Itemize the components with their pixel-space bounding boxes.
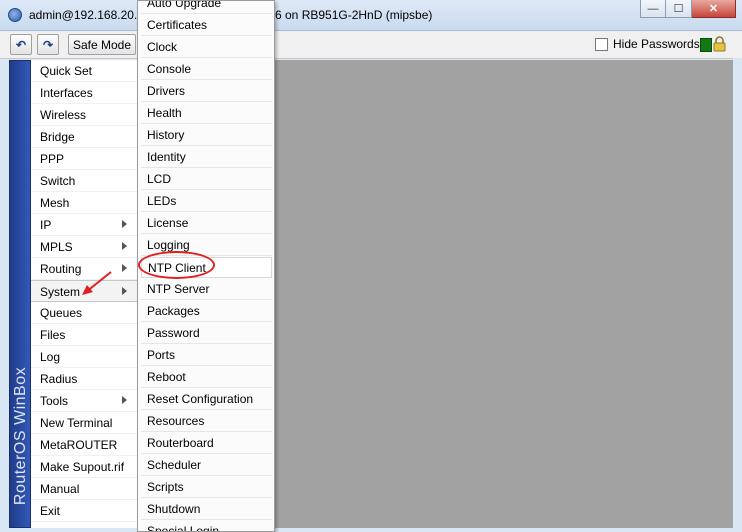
system-menu-item-leds[interactable]: LEDs (141, 191, 272, 212)
winbox-brand-strip: RouterOS WinBox (9, 60, 31, 528)
system-menu-item-routerboard[interactable]: Routerboard (141, 433, 272, 454)
sidebar-item-tools[interactable]: Tools (31, 390, 137, 412)
sidebar-item-manual[interactable]: Manual (31, 478, 137, 500)
window-title-device: 6 on RB951G-2HnD (mipsbe) (275, 8, 433, 22)
brand-label: RouterOS WinBox (12, 366, 29, 506)
sidebar-item-bridge[interactable]: Bridge (31, 126, 137, 148)
sidebar-item-new-terminal[interactable]: New Terminal (31, 412, 137, 434)
undo-button[interactable]: ↶ (10, 34, 32, 55)
system-menu-item-health[interactable]: Health (141, 103, 272, 124)
sidebar-item-label: Bridge (40, 130, 75, 144)
sidebar-item-label: Mesh (40, 196, 70, 210)
sidebar-item-label: IP (40, 218, 52, 232)
sidebar-item-label: Manual (40, 482, 80, 496)
sidebar-item-log[interactable]: Log (31, 346, 137, 368)
sidebar-item-label: Routing (40, 262, 82, 276)
window-controls: — ☐ ✕ (640, 0, 736, 20)
status-indicator (700, 38, 712, 52)
sidebar-item-label: Quick Set (40, 64, 93, 78)
redo-button[interactable]: ↷ (37, 34, 59, 55)
system-menu-item-resources[interactable]: Resources (141, 411, 272, 432)
system-menu-item-identity[interactable]: Identity (141, 147, 272, 168)
system-menu-item-packages[interactable]: Packages (141, 301, 272, 322)
sidebar-item-label: New Terminal (40, 416, 113, 430)
close-button[interactable]: ✕ (692, 0, 736, 18)
sidebar-item-radius[interactable]: Radius (31, 368, 137, 390)
sidebar-item-label: Wireless (40, 108, 87, 122)
workspace-area (275, 60, 733, 528)
system-menu-item-special-login[interactable]: Special Login (141, 521, 272, 531)
system-menu-item-reset-configuration[interactable]: Reset Configuration (141, 389, 272, 410)
system-menu-item-shutdown[interactable]: Shutdown (141, 499, 272, 520)
sidebar-item-metarouter[interactable]: MetaROUTER (31, 434, 137, 456)
window-border (733, 58, 742, 532)
system-menu-item-auto-upgrade[interactable]: Auto Upgrade (141, 1, 272, 14)
sidebar-item-mpls[interactable]: MPLS (31, 236, 137, 258)
system-menu-item-history[interactable]: History (141, 125, 272, 146)
sidebar-item-interfaces[interactable]: Interfaces (31, 82, 137, 104)
sidebar-item-quick-set[interactable]: Quick Set (31, 60, 137, 82)
sidebar-item-files[interactable]: Files (31, 324, 137, 346)
redo-icon: ↷ (42, 37, 54, 52)
system-menu-item-ntp-server[interactable]: NTP Server (141, 279, 272, 300)
toolbar: ↶ ↷ Safe Mode Hide Passwords (0, 31, 742, 59)
window-title: admin@192.168.20. (29, 8, 138, 22)
system-menu-item-drivers[interactable]: Drivers (141, 81, 272, 102)
submenu-arrow-icon (122, 242, 127, 250)
system-menu-item-reboot[interactable]: Reboot (141, 367, 272, 388)
hide-passwords-label: Hide Passwords (613, 37, 700, 51)
sidebar-item-label: Files (40, 328, 66, 342)
sidebar-item-queues[interactable]: Queues (31, 302, 137, 324)
submenu-arrow-icon (122, 220, 127, 228)
maximize-button[interactable]: ☐ (666, 0, 692, 18)
sidebar-item-label: Tools (40, 394, 69, 408)
minimize-button[interactable]: — (640, 0, 666, 18)
highlight-ellipse (138, 251, 215, 279)
sidebar-item-label: System (40, 285, 81, 299)
sidebar-item-ppp[interactable]: PPP (31, 148, 137, 170)
system-menu-item-clock[interactable]: Clock (141, 37, 272, 58)
sidebar-item-label: MPLS (40, 240, 73, 254)
sidebar-item-label: Radius (40, 372, 78, 386)
submenu-arrow-icon (122, 396, 127, 404)
sidebar-item-label: Interfaces (40, 86, 93, 100)
system-menu-item-certificates[interactable]: Certificates (141, 15, 272, 36)
sidebar-item-ip[interactable]: IP (31, 214, 137, 236)
sidebar-item-mesh[interactable]: Mesh (31, 192, 137, 214)
sidebar-item-wireless[interactable]: Wireless (31, 104, 137, 126)
system-menu-item-scheduler[interactable]: Scheduler (141, 455, 272, 476)
undo-icon: ↶ (15, 37, 27, 52)
system-menu-item-license[interactable]: License (141, 213, 272, 234)
sidebar-item-exit[interactable]: Exit (31, 500, 137, 522)
title-bar: admin@192.168.20. 6 on RB951G-2HnD (mips… (0, 0, 742, 31)
hide-passwords-checkbox[interactable] (595, 37, 608, 51)
red-arrow-icon (82, 271, 112, 295)
sidebar-item-make-supout-rif[interactable]: Make Supout.rif (31, 456, 137, 478)
submenu-arrow-icon (122, 287, 127, 295)
submenu-arrow-icon (122, 264, 127, 272)
hide-passwords-toggle[interactable]: Hide Passwords (595, 37, 700, 51)
sidebar-item-switch[interactable]: Switch (31, 170, 137, 192)
system-menu-item-scripts[interactable]: Scripts (141, 477, 272, 498)
system-menu-item-lcd[interactable]: LCD (141, 169, 272, 190)
system-menu-item-console[interactable]: Console (141, 59, 272, 80)
safe-mode-button[interactable]: Safe Mode (68, 34, 136, 55)
sidebar-item-label: Exit (40, 504, 61, 518)
sidebar-item-label: Make Supout.rif (40, 460, 125, 474)
system-menu-item-ports[interactable]: Ports (141, 345, 272, 366)
sidebar-item-label: Queues (40, 306, 83, 320)
sidebar-item-label: Log (40, 350, 61, 364)
sidebar-item-label: Switch (40, 174, 76, 188)
sidebar-item-label: PPP (40, 152, 65, 166)
sidebar-item-label: MetaROUTER (40, 438, 118, 452)
winbox-app-icon[interactable] (8, 8, 22, 22)
system-menu-item-password[interactable]: Password (141, 323, 272, 344)
lock-icon (713, 36, 726, 52)
